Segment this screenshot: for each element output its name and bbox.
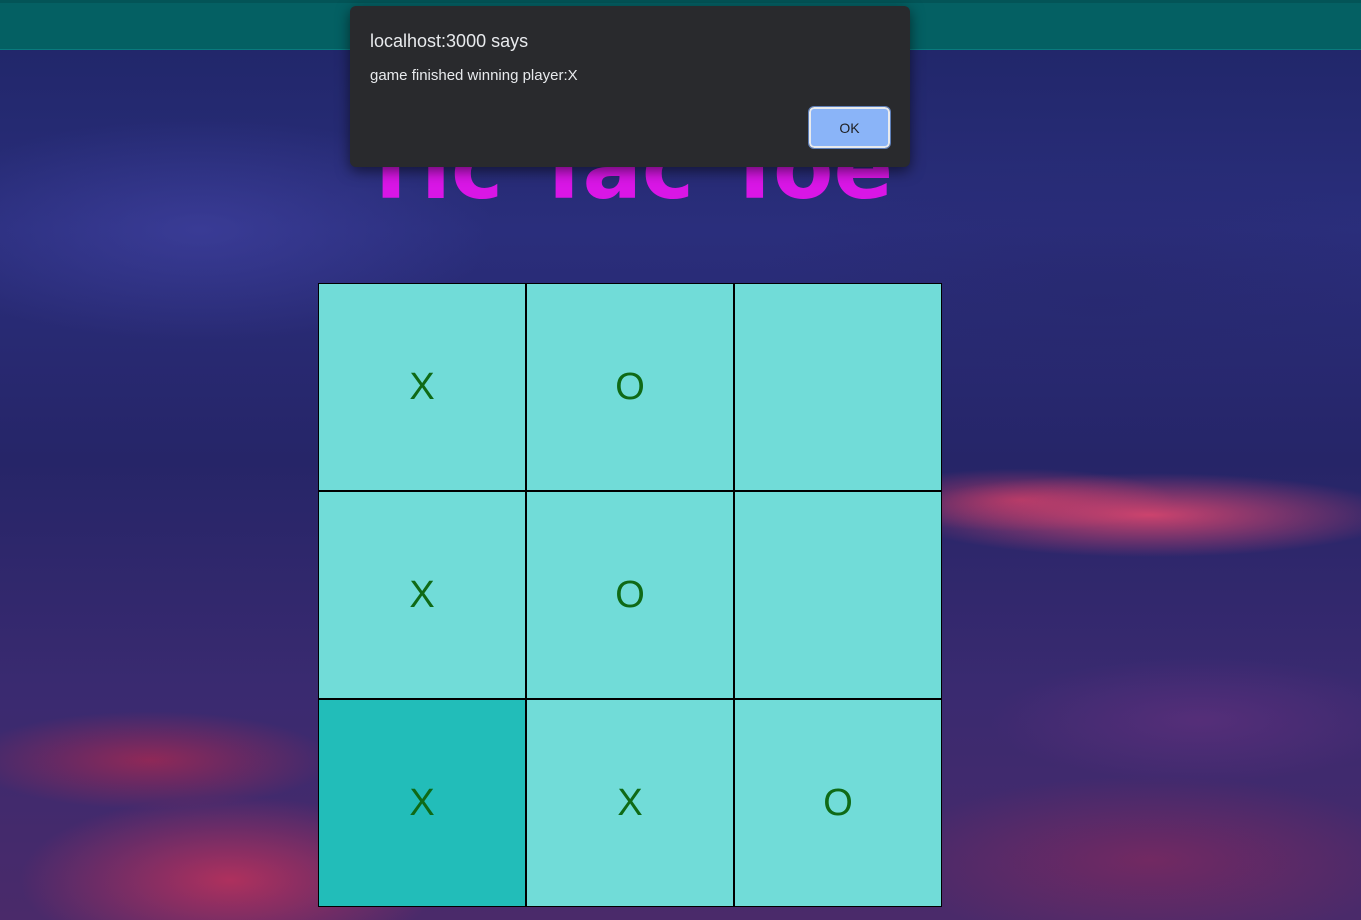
game-board: X O X O X X O <box>318 283 942 909</box>
board-cell-9[interactable]: O <box>734 699 942 907</box>
board-cell-4[interactable]: X <box>318 491 526 699</box>
board-cell-1[interactable]: X <box>318 283 526 491</box>
board-cell-2[interactable]: O <box>526 283 734 491</box>
alert-title: localhost:3000 says <box>370 31 529 51</box>
alert-dialog: localhost:3000 says game finished winnin… <box>350 6 910 167</box>
board-cell-6[interactable] <box>734 491 942 699</box>
ok-button[interactable]: OK <box>808 106 891 149</box>
board-cell-3[interactable] <box>734 283 942 491</box>
board-cell-8[interactable]: X <box>526 699 734 907</box>
alert-message: game finished winning player:X <box>370 67 578 84</box>
board-cell-5[interactable]: O <box>526 491 734 699</box>
board-cell-7[interactable]: X <box>318 699 526 907</box>
